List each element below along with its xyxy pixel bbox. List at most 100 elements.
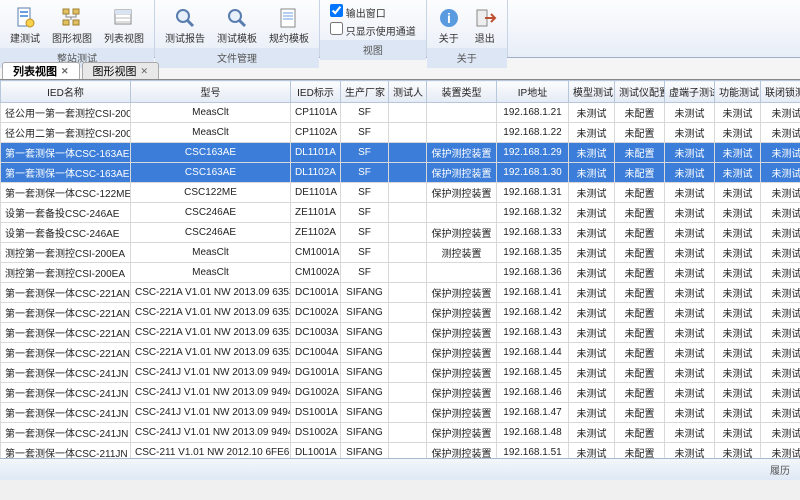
cell-model: CSC163AE — [131, 143, 291, 163]
table-row[interactable]: 径公用一第一套测控CSI-200EAMeasCltCP1101ASF192.16… — [1, 103, 800, 123]
cell-vendor: SIFANG — [341, 443, 389, 459]
cell-instcfg: 未配置 — [615, 183, 665, 203]
tab-list[interactable]: 列表视图✕ — [2, 62, 80, 79]
group-label: 视图 — [320, 40, 426, 60]
cell-linktest: 未测试 — [761, 363, 800, 383]
table-row[interactable]: 第一套测保一体CSC-221ANCSC-221A V1.01 NW 2013.0… — [1, 343, 800, 363]
table-row[interactable]: 第一套测保一体CSC-241JNCSC-241J V1.01 NW 2013.0… — [1, 383, 800, 403]
cell-ip: 192.168.1.32 — [497, 203, 569, 223]
col-ftest[interactable]: 功能测试 — [715, 81, 761, 103]
button-label: 规约模板 — [269, 30, 309, 45]
cell-devtype: 测控装置 — [427, 243, 497, 263]
cell-vendor: SIFANG — [341, 343, 389, 363]
cell-linktest: 未测试 — [761, 223, 800, 243]
col-ip[interactable]: IP地址 — [497, 81, 569, 103]
table-row[interactable]: 第一套测保一体CSC-163AECSC163AEDL1102ASF保护测控装置1… — [1, 163, 800, 183]
cell-mark: CM1002A — [291, 263, 341, 283]
new-test-button[interactable]: 建测试 — [6, 3, 44, 48]
table-row[interactable]: 径公用二第一套测控CSI-200EAMeasCltCP1102ASF192.16… — [1, 123, 800, 143]
cell-ip: 192.168.1.45 — [497, 363, 569, 383]
chk-output-label[interactable]: 输出窗口 — [330, 4, 416, 20]
cell-ftest: 未测试 — [715, 203, 761, 223]
cell-mark: ZE1101A — [291, 203, 341, 223]
cell-tester — [389, 143, 427, 163]
col-vtest[interactable]: 虚端子测试 — [665, 81, 715, 103]
cell-instcfg: 未配置 — [615, 423, 665, 443]
test-report-button[interactable]: 测试报告 — [161, 3, 209, 48]
cell-ied: 第一套测保一体CSC-221AN — [1, 303, 131, 323]
cell-modeltest: 未测试 — [569, 403, 615, 423]
cell-vendor: SIFANG — [341, 383, 389, 403]
tab-tree[interactable]: 图形视图✕ — [82, 62, 160, 79]
cell-mark: DC1002A — [291, 303, 341, 323]
cell-ftest: 未测试 — [715, 263, 761, 283]
table-row[interactable]: 第一套测保一体CSC-241JNCSC-241J V1.01 NW 2013.0… — [1, 363, 800, 383]
cell-mark: DG1001A — [291, 363, 341, 383]
cell-modeltest: 未测试 — [569, 443, 615, 459]
cell-modeltest: 未测试 — [569, 203, 615, 223]
col-ied[interactable]: IED名称 — [1, 81, 131, 103]
cell-vendor: SF — [341, 163, 389, 183]
cell-vendor: SF — [341, 203, 389, 223]
cell-ftest: 未测试 — [715, 243, 761, 263]
cell-linktest: 未测试 — [761, 103, 800, 123]
rule-template-button[interactable]: 规约模板 — [265, 3, 313, 48]
cell-mark: DC1004A — [291, 343, 341, 363]
list-view-button[interactable]: 列表视图 — [100, 3, 148, 48]
exit-button[interactable]: 退出 — [469, 3, 501, 48]
button-label: 关于 — [439, 30, 459, 45]
col-tester[interactable]: 测试人 — [389, 81, 427, 103]
cell-tester — [389, 243, 427, 263]
cell-devtype: 保护测控装置 — [427, 183, 497, 203]
cell-modeltest: 未测试 — [569, 283, 615, 303]
table-row[interactable]: 第一套测保一体CSC-221ANCSC-221A V1.01 NW 2013.0… — [1, 323, 800, 343]
col-mark[interactable]: IED标示 — [291, 81, 341, 103]
ied-grid[interactable]: IED名称型号IED标示生产厂家测试人装置类型IP地址模型测试测试仪配置虚端子测… — [0, 80, 800, 458]
col-instcfg[interactable]: 测试仪配置 — [615, 81, 665, 103]
cell-ied: 第一套测保一体CSC-241JN — [1, 403, 131, 423]
col-model[interactable]: 型号 — [131, 81, 291, 103]
table-row[interactable]: 第一套测保一体CSC-221ANCSC-221A V1.01 NW 2013.0… — [1, 303, 800, 323]
cell-ied: 第一套测保一体CSC-241JN — [1, 383, 131, 403]
button-label: 测试报告 — [165, 30, 205, 45]
chk-used-only-label[interactable]: 只显示使用通道 — [330, 22, 416, 38]
cell-linktest: 未测试 — [761, 243, 800, 263]
table-row[interactable]: 设第一套备投CSC-246AECSC246AEZE1101ASF192.168.… — [1, 203, 800, 223]
table-row[interactable]: 第一套测保一体CSC-211JNCSC-211 V1.01 NW 2012.10… — [1, 443, 800, 459]
about-button[interactable]: i关于 — [433, 3, 465, 48]
cell-tester — [389, 303, 427, 323]
table-row[interactable]: 第一套测保一体CSC-241JNCSC-241J V1.01 NW 2013.0… — [1, 403, 800, 423]
cell-vtest: 未测试 — [665, 343, 715, 363]
close-icon[interactable]: ✕ — [141, 66, 149, 77]
cell-ftest: 未测试 — [715, 103, 761, 123]
cell-tester — [389, 343, 427, 363]
grid-wrap[interactable]: IED名称型号IED标示生产厂家测试人装置类型IP地址模型测试测试仪配置虚端子测… — [0, 80, 800, 458]
cell-ftest: 未测试 — [715, 443, 761, 459]
cell-vtest: 未测试 — [665, 363, 715, 383]
table-row[interactable]: 第一套测保一体CSC-221ANCSC-221A V1.01 NW 2013.0… — [1, 283, 800, 303]
cell-model: CSC-211 V1.01 NW 2012.10 6FE6 5B64 — [131, 443, 291, 459]
table-row[interactable]: 第一套测保一体CSC-163AECSC163AEDL1101ASF保护测控装置1… — [1, 143, 800, 163]
table-row[interactable]: 测控第一套测控CSI-200EAMeasCltCM1002ASF192.168.… — [1, 263, 800, 283]
cell-mark: DC1001A — [291, 283, 341, 303]
chk-output[interactable] — [330, 4, 343, 17]
cell-ip: 192.168.1.47 — [497, 403, 569, 423]
cell-mark: ZE1102A — [291, 223, 341, 243]
table-row[interactable]: 测控第一套测控CSI-200EAMeasCltCM1001ASF测控装置192.… — [1, 243, 800, 263]
col-linktest[interactable]: 联闭锁测试 — [761, 81, 800, 103]
test-template-button[interactable]: 测试模板 — [213, 3, 261, 48]
close-icon[interactable]: ✕ — [61, 66, 69, 77]
cell-vendor: SF — [341, 123, 389, 143]
cell-modeltest: 未测试 — [569, 383, 615, 403]
col-modeltest[interactable]: 模型测试 — [569, 81, 615, 103]
table-row[interactable]: 设第一套备投CSC-246AECSC246AEZE1102ASF保护测控装置19… — [1, 223, 800, 243]
table-row[interactable]: 第一套测保一体CSC-241JNCSC-241J V1.01 NW 2013.0… — [1, 423, 800, 443]
table-row[interactable]: 第一套测保一体CSC-122MECSC122MEDE1101ASF保护测控装置1… — [1, 183, 800, 203]
col-devtype[interactable]: 装置类型 — [427, 81, 497, 103]
cell-model: CSC163AE — [131, 163, 291, 183]
col-vendor[interactable]: 生产厂家 — [341, 81, 389, 103]
chk-used-only[interactable] — [330, 22, 343, 35]
tree-view-button[interactable]: 图形视图 — [48, 3, 96, 48]
cell-vtest: 未测试 — [665, 143, 715, 163]
cell-ip: 192.168.1.43 — [497, 323, 569, 343]
